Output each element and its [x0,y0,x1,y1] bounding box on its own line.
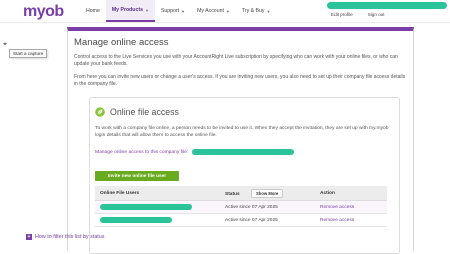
filter-help-label: How to filter this list by status [35,234,105,240]
table-row: Active since 07 Apr 2025 Remove access [95,200,387,214]
nav-support-label: Support [160,8,180,14]
manage-online-access-panel: Manage online access Control access to t… [67,27,414,254]
nav-my-products[interactable]: My Products ▼ [105,0,155,22]
redacted-user-name [327,2,447,9]
card-title: Online file access [110,107,179,117]
status-cell: Active since 07 Apr 2025 [220,200,315,214]
intro-paragraph-1: Control access to the Live Services you … [74,54,398,67]
online-file-users-table: Online File Users Status Show More Actio… [95,186,387,227]
chevron-down-icon: ▼ [266,8,271,14]
user-links: Edit profile Sign out [331,12,385,17]
card-header: Online file access [95,107,179,117]
column-users: Online File Users [95,186,220,201]
status-header-label: Status [225,191,240,197]
manage-access-label[interactable]: Manage online access to this company fil… [95,150,188,155]
chevron-down-icon: ▼ [225,8,230,14]
user-cell [95,200,220,214]
sign-out-link[interactable]: Sign out [368,12,385,17]
mouse-pointer-icon: ⌖ [3,41,7,48]
nav-home-label: Home [86,8,100,14]
top-navigation-bar: myob Home My Products ▼ Support ▼ My Accou… [0,0,450,23]
action-cell: Remove access [315,200,387,214]
invite-new-user-button[interactable]: Invite new online file user [95,171,179,181]
user-cell [95,213,220,227]
action-cell: Remove access [315,213,387,227]
nav-home[interactable]: Home [80,0,106,22]
column-action: Action [315,186,387,201]
edit-profile-link[interactable]: Edit profile [331,12,353,17]
redacted-company-file [192,149,295,155]
intro-paragraph-2: From here you can invite new users or ch… [74,74,406,87]
nav-my-account-label: My Account [197,8,224,14]
main-nav: Home My Products ▼ Support ▼ My Account ▼ T… [80,0,276,22]
nav-try-buy-label: Try & Buy [241,8,265,14]
nav-my-account[interactable]: My Account ▼ [191,0,236,22]
page-title: Manage online access [74,37,169,48]
column-status: Status Show More [220,186,315,201]
remove-access-link[interactable]: Remove access [320,218,354,223]
table-row: Active since 07 Apr 2025 Remove access [95,213,387,227]
filter-help-link[interactable]: + How to filter this list by status [26,234,105,240]
leaf-icon [95,107,105,117]
chevron-down-icon: ▼ [144,7,149,13]
online-file-access-card: Online file access To work with a compan… [89,97,400,254]
redacted-user [100,203,192,210]
nav-try-buy[interactable]: Try & Buy ▼ [236,0,277,22]
card-description: To work with a company file online, a pe… [95,126,389,138]
chevron-down-icon: ▼ [181,8,186,14]
status-cell: Active since 07 Apr 2025 [220,213,315,227]
myob-logo[interactable]: myob [23,3,64,21]
remove-access-link[interactable]: Remove access [320,205,354,210]
redacted-user [100,216,172,223]
plus-icon: + [26,234,32,240]
capture-tooltip: Start a capture [9,49,48,58]
nav-support[interactable]: Support ▼ [155,0,191,22]
table-header-row: Online File Users Status Show More Actio… [95,186,387,201]
show-more-button[interactable]: Show More [251,188,284,198]
manage-access-row: Manage online access to this company fil… [95,149,295,155]
nav-my-products-label: My Products [111,7,143,13]
